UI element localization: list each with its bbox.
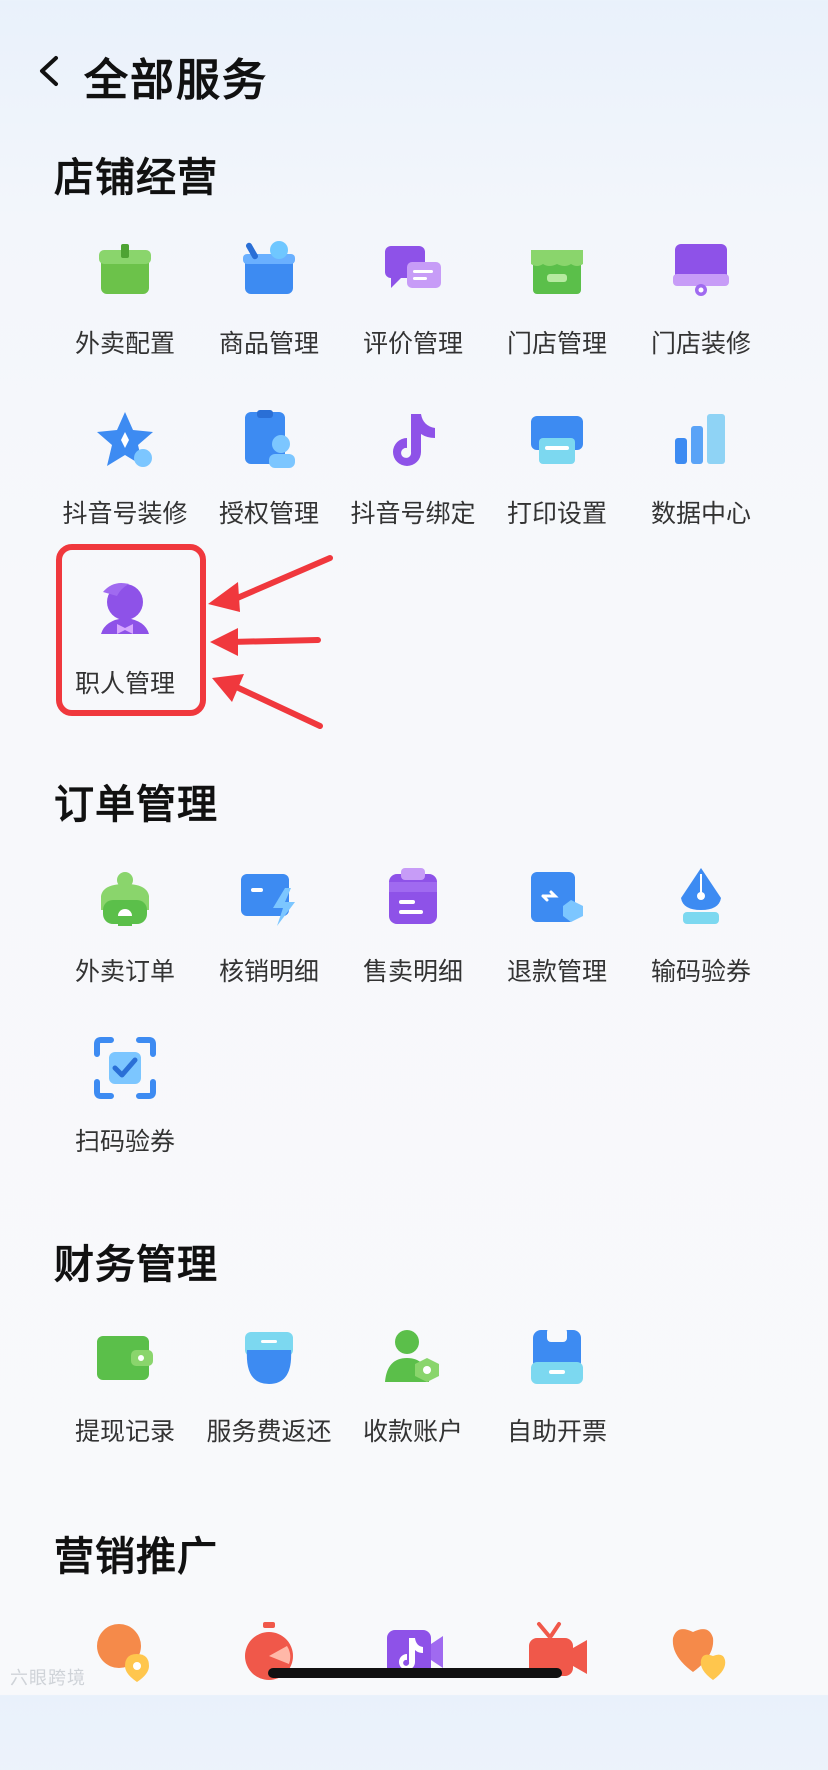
chevron-left-icon [40, 56, 58, 86]
bar-chart-icon [669, 408, 733, 472]
refund-ticket-icon [525, 866, 589, 930]
storefront-icon [525, 238, 589, 302]
service-label: 抖音号绑定 [350, 499, 476, 528]
service-label: 服务费返还 [206, 1417, 332, 1446]
star-sticker-icon [93, 408, 157, 472]
annotation-arrows [208, 555, 333, 729]
service-marketing-4[interactable] [485, 1620, 629, 1770]
service-douyin-bind[interactable]: 抖音号绑定 [341, 408, 485, 558]
invoice-box-icon [525, 1326, 589, 1390]
highlight-box [56, 544, 206, 716]
scan-check-icon [93, 1036, 157, 1100]
service-code-verify[interactable]: 输码验券 [629, 866, 773, 1016]
clipboard-icon [381, 866, 445, 930]
service-label: 抖音号装修 [62, 499, 188, 528]
section-title-store: 店铺经营 [54, 155, 218, 201]
printer-icon [525, 408, 589, 472]
service-sales-detail[interactable]: 售卖明细 [341, 866, 485, 1016]
wallet-icon [93, 1326, 157, 1390]
user-coin-icon [381, 1326, 445, 1390]
service-scan-verify[interactable]: 扫码验券 [53, 1036, 197, 1186]
pen-nib-icon [669, 866, 733, 930]
service-authorization-manage[interactable]: 授权管理 [197, 408, 341, 558]
tiktok-note-icon [381, 408, 445, 472]
service-marketing-2[interactable] [197, 1620, 341, 1770]
service-review-manage[interactable]: 评价管理 [341, 238, 485, 388]
service-label: 自助开票 [506, 1417, 607, 1446]
shopping-bag-icon [93, 238, 157, 302]
service-takeout-config[interactable]: 外卖配置 [53, 238, 197, 388]
monitor-icon [669, 238, 733, 302]
service-refund-manage[interactable]: 退款管理 [485, 866, 629, 1016]
pouch-icon [237, 1326, 301, 1390]
service-douyin-decoration[interactable]: 抖音号装修 [53, 408, 197, 558]
service-payment-account[interactable]: 收款账户 [341, 1326, 485, 1476]
page-title: 全部服务 [84, 55, 268, 106]
header: 全部服务 [0, 0, 828, 150]
service-product-manage[interactable]: 商品管理 [197, 238, 341, 388]
user-badge-icon [237, 408, 301, 472]
service-marketing-1[interactable] [53, 1620, 197, 1770]
service-takeout-orders[interactable]: 外卖订单 [53, 866, 197, 1016]
service-label: 数据中心 [650, 499, 751, 528]
service-store-decoration[interactable]: 门店装修 [629, 238, 773, 388]
service-label: 收款账户 [362, 1417, 463, 1446]
service-label: 提现记录 [74, 1417, 175, 1446]
service-label: 打印设置 [506, 499, 607, 528]
card-flash-icon [237, 866, 301, 930]
service-label: 售卖明细 [362, 957, 463, 986]
service-label: 输码验券 [650, 957, 751, 986]
service-label: 外卖配置 [74, 329, 175, 358]
service-label: 外卖订单 [74, 957, 175, 986]
service-label: 退款管理 [506, 957, 607, 986]
service-marketing-5[interactable] [629, 1620, 773, 1770]
service-withdraw-records[interactable]: 提现记录 [53, 1326, 197, 1476]
service-self-invoice[interactable]: 自助开票 [485, 1326, 629, 1476]
service-label: 商品管理 [218, 329, 319, 358]
service-label: 授权管理 [218, 499, 319, 528]
basket-icon [237, 238, 301, 302]
location-pin-icon [93, 1620, 157, 1684]
service-label: 扫码验券 [74, 1127, 175, 1156]
watermark: 六眼跨境 [10, 1668, 86, 1689]
service-label: 评价管理 [362, 329, 463, 358]
home-indicator[interactable] [268, 1668, 562, 1678]
service-print-settings[interactable]: 打印设置 [485, 408, 629, 558]
scooter-icon [93, 866, 157, 930]
service-store-manage[interactable]: 门店管理 [485, 238, 629, 388]
section-title-finance: 财务管理 [54, 1242, 218, 1288]
service-label: 门店管理 [506, 329, 607, 358]
service-fee-refund[interactable]: 服务费返还 [197, 1326, 341, 1476]
back-button[interactable] [30, 46, 70, 96]
section-title-orders: 订单管理 [54, 782, 218, 828]
chat-bubbles-icon [381, 238, 445, 302]
service-label: 核销明细 [218, 957, 319, 986]
service-label: 门店装修 [650, 329, 751, 358]
section-title-marketing: 营销推广 [54, 1534, 218, 1580]
service-data-center[interactable]: 数据中心 [629, 408, 773, 558]
hearts-icon [669, 1620, 733, 1684]
service-redemption-detail[interactable]: 核销明细 [197, 866, 341, 1016]
service-marketing-3[interactable] [341, 1620, 485, 1770]
